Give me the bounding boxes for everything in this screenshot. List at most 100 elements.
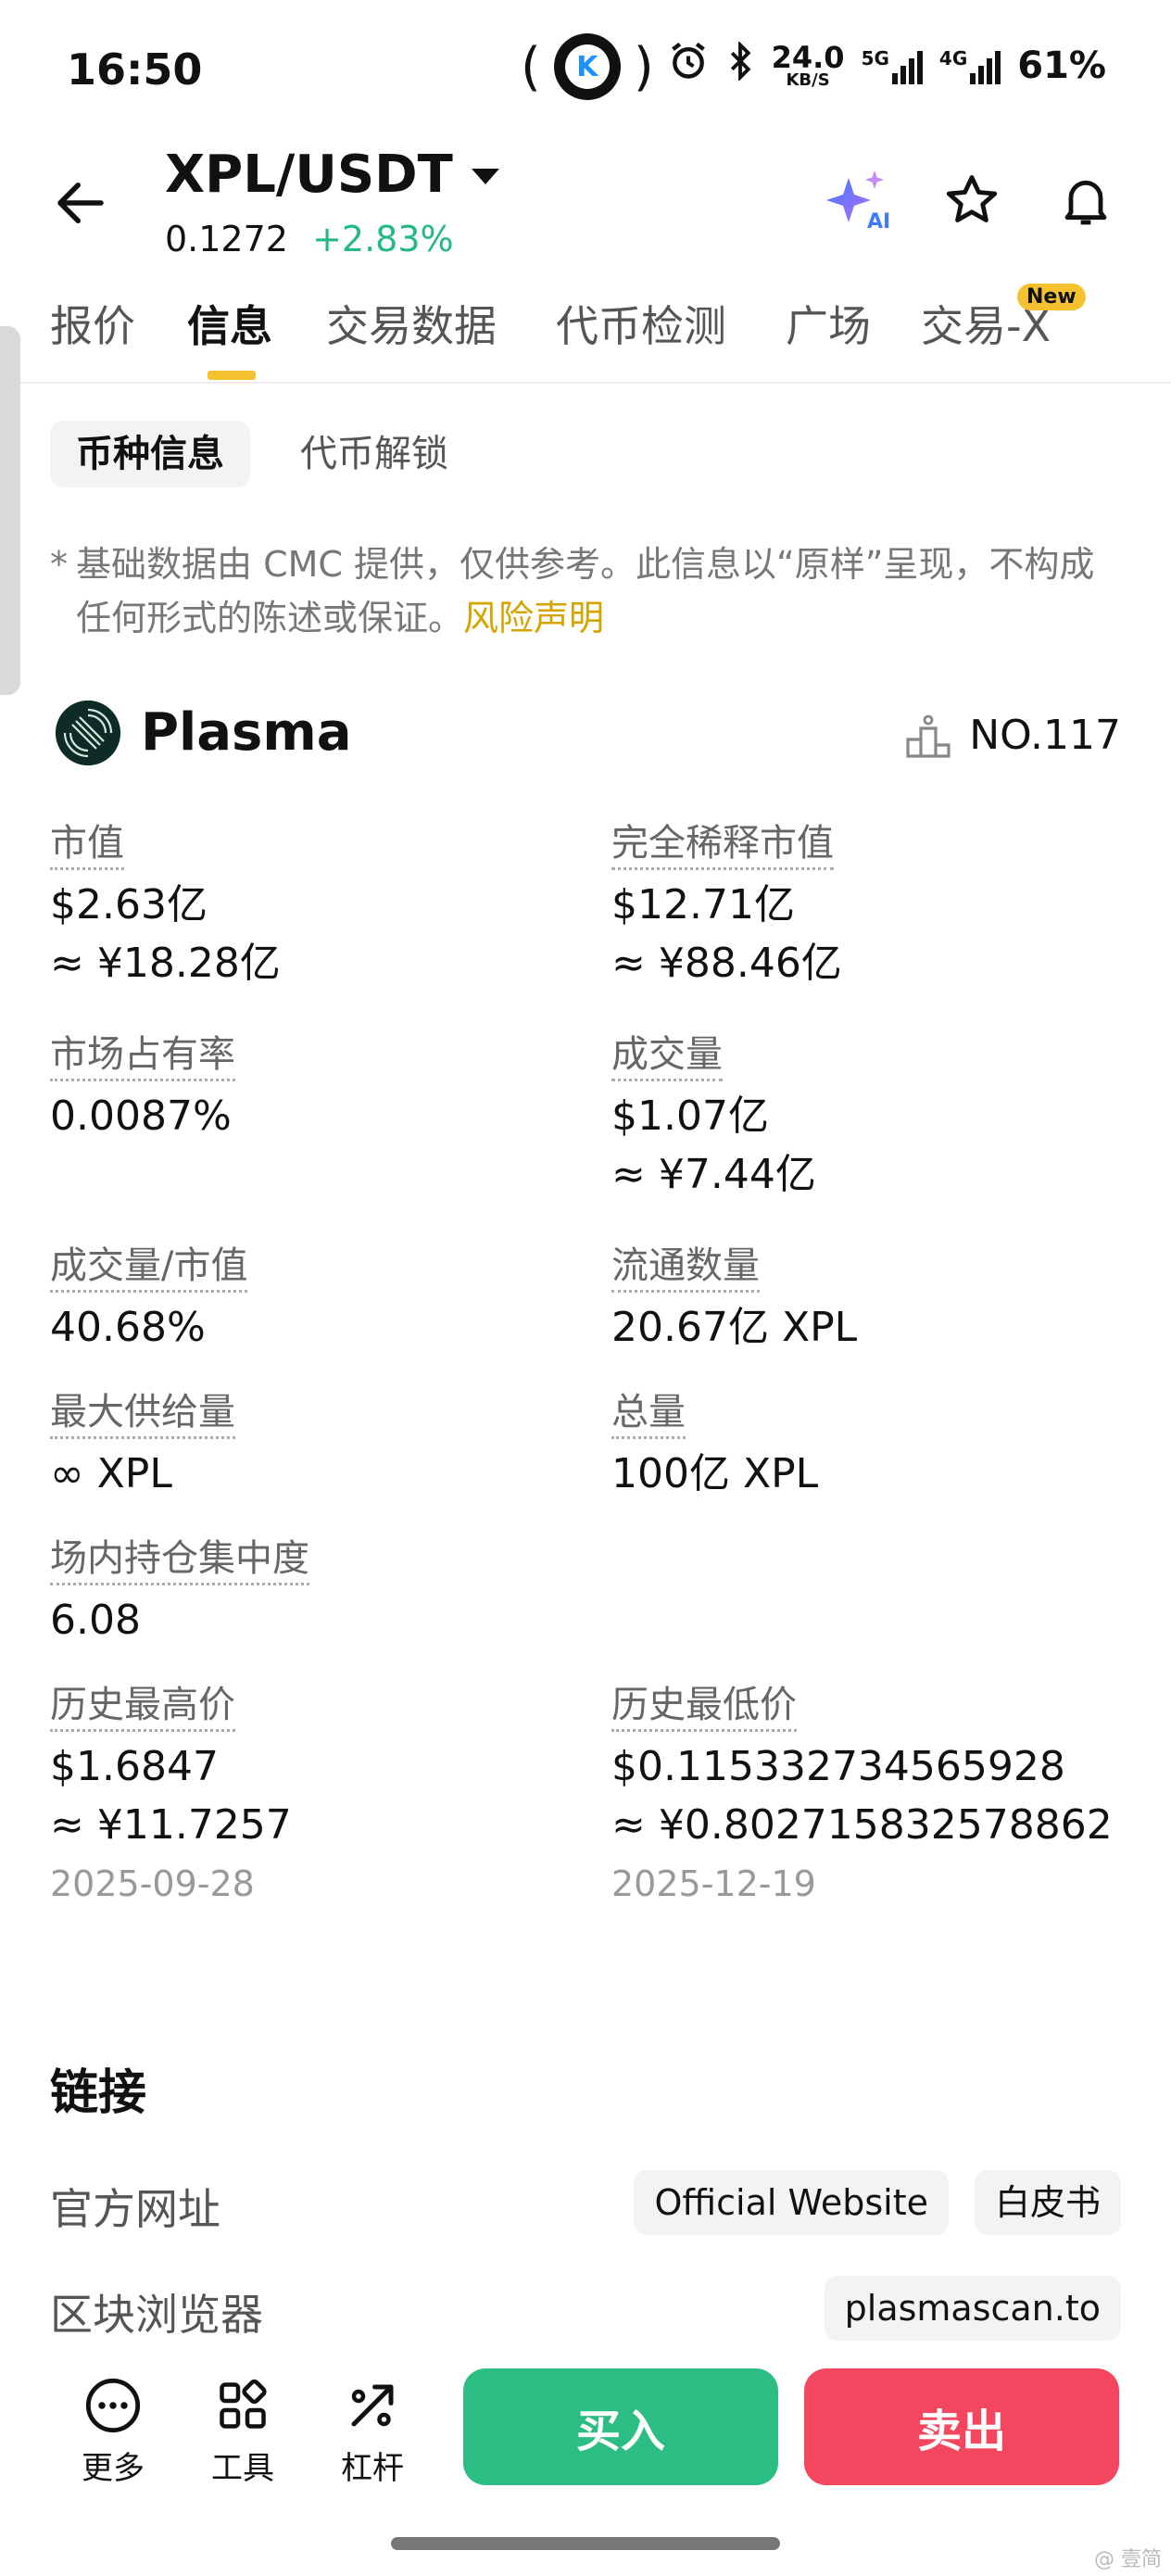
tools-label: 工具 — [211, 2450, 274, 2487]
stat-market-cap: 市值 $2.63亿 ≈ ¥18.28亿 — [50, 821, 569, 996]
arrow-left-icon — [57, 183, 104, 223]
alert-button[interactable] — [1052, 167, 1119, 234]
official-website-button[interactable]: Official Website — [634, 2170, 949, 2235]
link-row-official: 官方网址 Official Website 白皮书 — [50, 2170, 1121, 2235]
header: XPL/USDT 0.1272 +2.83% AI — [0, 139, 1171, 278]
stat-value: 20.67亿 XPL — [611, 1304, 858, 1351]
buy-button[interactable]: 买入 — [463, 2368, 778, 2485]
tab-quote[interactable]: 报价 — [50, 293, 135, 354]
stat-label[interactable]: 场内持仓集中度 — [50, 1536, 309, 1585]
stat-sub: ≈ ¥0.802715832578862 — [611, 1801, 1113, 1849]
stat-value: 0.0087% — [50, 1092, 232, 1140]
stat-sub: ≈ ¥88.46亿 — [611, 940, 842, 987]
stat-sub: ≈ ¥11.7257 — [50, 1801, 292, 1849]
link-row-explorer: 区块浏览器 plasmascan.to — [50, 2276, 1121, 2341]
pair-selector[interactable]: XPL/USDT — [165, 145, 499, 205]
stat-date: 2025-09-28 — [50, 1863, 255, 1904]
watermark: @ 壹简 — [1094, 2548, 1162, 2571]
active-tab-indicator — [208, 371, 256, 380]
status-bar: 16:50 ( K ) 24.0 KB/S 5G 4G 61% — [0, 0, 1171, 139]
tab-info[interactable]: 信息 — [187, 293, 272, 354]
stat-volume: 成交量 $1.07亿 ≈ ¥7.44亿 — [611, 1032, 1130, 1207]
tab-square[interactable]: 广场 — [786, 293, 871, 354]
coin-row: Plasma NO.117 — [50, 697, 1121, 771]
stat-value: 100亿 XPL — [611, 1450, 819, 1497]
signal-4g-icon: 4G — [939, 47, 1001, 84]
stat-circulating: 流通数量 20.67亿 XPL — [611, 1244, 1130, 1354]
stat-label[interactable]: 成交量/市值 — [50, 1244, 248, 1293]
subtab-bar: 币种信息 代币解锁 — [50, 421, 474, 487]
stat-concentration: 场内持仓集中度 6.08 — [50, 1536, 569, 1647]
subtab-token-unlock[interactable]: 代币解锁 — [274, 421, 474, 487]
status-time: 16:50 — [67, 44, 203, 95]
stat-label[interactable]: 历史最低价 — [611, 1683, 797, 1732]
stat-label[interactable]: 市场占有率 — [50, 1032, 235, 1081]
stat-value: $0.115332734565928 — [611, 1743, 1065, 1790]
rank-value: NO.117 — [969, 712, 1121, 759]
new-badge: New — [1017, 284, 1086, 310]
bottom-action-bar: 更多 工具 杠杆 买入 卖出 @ 壹简 — [0, 2354, 1171, 2576]
podium-icon — [906, 714, 951, 758]
stat-sub: ≈ ¥18.28亿 — [50, 940, 281, 987]
stat-label[interactable]: 最大供给量 — [50, 1390, 235, 1439]
stat-dominance: 市场占有率 0.0087% — [50, 1032, 569, 1143]
tools-button[interactable]: 工具 — [196, 2376, 289, 2488]
leverage-icon — [343, 2376, 402, 2435]
stat-value: $1.07亿 — [611, 1092, 769, 1140]
star-icon — [946, 175, 998, 222]
stat-value: ∞ XPL — [50, 1450, 172, 1497]
whitepaper-button[interactable]: 白皮书 — [974, 2170, 1121, 2235]
explorer-button[interactable]: plasmascan.to — [824, 2276, 1121, 2341]
battery-percent: 61% — [1017, 44, 1106, 87]
paren-left: ( — [521, 36, 541, 97]
disclaimer-star: * — [50, 544, 68, 585]
risk-statement-link[interactable]: 风险声明 — [463, 598, 604, 638]
link-label: 区块浏览器 — [50, 2290, 263, 2340]
links-title: 链接 — [50, 2065, 147, 2121]
back-button[interactable] — [50, 172, 111, 234]
tab-trading-data[interactable]: 交易数据 — [326, 293, 497, 354]
stat-value: 40.68% — [50, 1304, 206, 1351]
more-label: 更多 — [82, 2450, 145, 2487]
ai-button[interactable]: AI — [823, 167, 889, 234]
stat-total: 总量 100亿 XPL — [611, 1390, 1130, 1500]
more-button[interactable]: 更多 — [67, 2376, 159, 2488]
k-app-icon: K — [553, 33, 621, 100]
home-indicator[interactable] — [391, 2537, 780, 2550]
stat-label[interactable]: 流通数量 — [611, 1244, 760, 1293]
link-label: 官方网址 — [50, 2184, 220, 2234]
stat-value: $1.6847 — [50, 1743, 219, 1790]
stat-label[interactable]: 成交量 — [611, 1032, 723, 1081]
favorite-button[interactable] — [938, 167, 1005, 234]
tab-bar: 报价 信息 交易数据 代币检测 广场 交易-X New — [0, 278, 1171, 384]
edge-handle[interactable] — [0, 326, 20, 695]
bluetooth-icon — [725, 40, 755, 90]
leverage-label: 杠杆 — [341, 2450, 404, 2487]
disclaimer: * 基础数据由 CMC 提供，仅供参考。此信息以“原样”呈现，不构成任何形式的陈… — [50, 537, 1125, 645]
stat-value: 6.08 — [50, 1597, 141, 1644]
stat-label[interactable]: 总量 — [611, 1390, 686, 1439]
stat-max-supply: 最大供给量 ∞ XPL — [50, 1390, 569, 1500]
stat-date: 2025-12-19 — [611, 1863, 816, 1904]
last-price: 0.1272 — [165, 219, 288, 259]
price-line: 0.1272 +2.83% — [165, 219, 454, 259]
coin-name: Plasma — [141, 702, 352, 763]
stat-sub: ≈ ¥7.44亿 — [611, 1151, 816, 1198]
stat-label[interactable]: 完全稀释市值 — [611, 821, 834, 870]
stat-ath: 历史最高价 $1.6847 ≈ ¥11.7257 2025-09-28 — [50, 1683, 569, 1910]
stat-atl: 历史最低价 $0.115332734565928 ≈ ¥0.8027158325… — [611, 1683, 1130, 1910]
stat-label[interactable]: 历史最高价 — [50, 1683, 235, 1732]
plasma-logo-icon — [56, 701, 120, 765]
sell-button[interactable]: 卖出 — [804, 2368, 1119, 2485]
stat-vol-mcap: 成交量/市值 40.68% — [50, 1244, 569, 1354]
subtab-coin-info[interactable]: 币种信息 — [50, 421, 250, 487]
tab-token-check[interactable]: 代币检测 — [556, 293, 726, 354]
stat-label[interactable]: 市值 — [50, 821, 124, 870]
tools-grid-icon — [213, 2376, 272, 2435]
paren-right: ) — [633, 36, 654, 97]
stat-fdv: 完全稀释市值 $12.71亿 ≈ ¥88.46亿 — [611, 821, 1130, 996]
net-speed: 24.0 KB/S — [771, 40, 845, 90]
alarm-icon — [668, 41, 709, 91]
more-dots-icon — [83, 2376, 143, 2435]
leverage-button[interactable]: 杠杆 — [326, 2376, 419, 2488]
